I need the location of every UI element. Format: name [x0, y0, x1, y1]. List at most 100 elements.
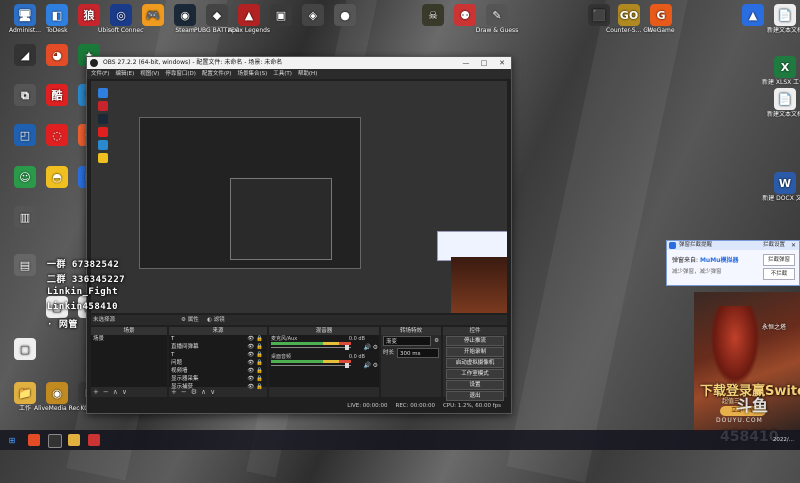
obs-preview[interactable]	[91, 81, 507, 313]
control-button[interactable]: 工作室模式	[446, 369, 504, 379]
visibility-lock-icon[interactable]: 👁 🔒	[247, 351, 263, 359]
desktop-icon[interactable]: 📄 新建文本文档	[762, 4, 800, 34]
up-icon[interactable]: ∧	[201, 388, 210, 396]
folder-icon[interactable]	[68, 434, 80, 446]
menu-item[interactable]: 停靠窗口(D)	[165, 69, 196, 79]
desktop-icon[interactable]: ▢	[2, 338, 48, 361]
minimize-icon[interactable]: —	[457, 57, 475, 69]
overlay-line: · 网管	[47, 320, 78, 330]
speaker-icon[interactable]: 🔊	[364, 362, 371, 370]
overlay-line: Linkin458410	[47, 302, 119, 312]
visibility-lock-icon[interactable]: 👁 🔒	[247, 359, 263, 367]
mixer-title: 混音器	[269, 327, 379, 335]
volume-slider-handle[interactable]	[345, 363, 349, 368]
source-item[interactable]: 问题 👁 🔒	[171, 359, 267, 367]
visibility-lock-icon[interactable]: 👁 🔒	[247, 343, 263, 351]
mixer-list: 麦克风/Aux 0.0 dB 🔊 ⚙ 桌面音频 0.0 dB 🔊 ⚙	[269, 335, 379, 387]
source-item[interactable]: 显示器采集 👁 🔒	[171, 375, 267, 383]
speaker-icon[interactable]: 🔊	[364, 344, 371, 352]
source-item[interactable]: 视频墙 👁 🔒	[171, 367, 267, 375]
system-tray-clock[interactable]: 2022/...	[773, 430, 794, 450]
desktop-icon[interactable]: 📄 新建文本文档	[762, 88, 800, 118]
obs-taskbar-icon[interactable]	[48, 434, 62, 448]
app-icon: ◆	[206, 4, 228, 26]
desktop-icon[interactable]: W新建 DOCX 文档	[762, 172, 800, 202]
desktop-icon[interactable]: G WeGame	[638, 4, 684, 34]
sources-footer: +−⚙∧∨	[169, 387, 267, 397]
mixer-channel: 桌面音频 0.0 dB 🔊 ⚙	[269, 353, 379, 371]
popup-settings-link[interactable]: 拦截设置	[763, 241, 785, 250]
maximize-icon[interactable]: □	[475, 57, 493, 69]
control-button[interactable]: 设置	[446, 380, 504, 390]
duration-input[interactable]: 300 ms	[397, 348, 439, 358]
menu-item[interactable]: 帮助(H)	[298, 69, 317, 79]
ad-game-logo: 永恒之塔	[762, 324, 787, 331]
scenes-title: 场景	[91, 327, 167, 335]
menu-item[interactable]: 配置文件(P)	[202, 69, 232, 79]
volume-slider-handle[interactable]	[345, 345, 349, 350]
desktop-icon[interactable]: ✎ Draw & Guess	[474, 4, 520, 34]
obs-window[interactable]: OBS 27.2.2 (64-bit, windows) - 配置文件: 未命名…	[47, 56, 512, 414]
down-icon[interactable]: ∨	[122, 388, 131, 396]
desktop-icon[interactable]: ▤	[2, 254, 48, 277]
sources-list[interactable]: T 👁 🔒 直播间弹幕 👁 🔒 T 👁 🔒 问题 👁 🔒 视频墙 👁 🔒 显示器采集 👁 …	[169, 335, 267, 390]
menu-item[interactable]: 场景集合(S)	[237, 69, 267, 79]
source-toolbar: 未选择源 ⚙ 属性 ◐ 滤镜	[91, 315, 507, 325]
menu-item[interactable]: 编辑(E)	[115, 69, 134, 79]
remove-icon[interactable]: −	[181, 388, 191, 396]
app-icon: ◈	[302, 4, 324, 26]
block-popup-button[interactable]: 拦截弹窗	[763, 254, 795, 266]
desktop-icon[interactable]: ▥	[2, 206, 48, 229]
preview-nested-obs	[139, 117, 361, 269]
add-icon[interactable]: +	[93, 388, 103, 396]
visibility-lock-icon[interactable]: 👁 🔒	[247, 335, 263, 343]
app-icon[interactable]	[88, 434, 100, 446]
source-item[interactable]: 直播间弹幕 👁 🔒	[171, 343, 267, 351]
source-item[interactable]: T 👁 🔒	[171, 335, 267, 343]
down-icon[interactable]: ∨	[210, 388, 219, 396]
allow-popup-button[interactable]: 不拦截	[763, 268, 795, 280]
menu-item[interactable]: 视图(V)	[140, 69, 159, 79]
gear-icon[interactable]: ⚙	[373, 344, 378, 352]
desktop-icon[interactable]: 📁 工作	[2, 382, 48, 412]
up-icon[interactable]: ∧	[113, 388, 122, 396]
visibility-lock-icon[interactable]: 👁 🔒	[247, 367, 263, 375]
properties-button[interactable]: ⚙ 属性	[181, 315, 199, 325]
scenes-list[interactable]: 场景	[91, 335, 167, 387]
gear-icon[interactable]: ⚙	[191, 388, 201, 396]
close-icon[interactable]: ✕	[791, 241, 796, 250]
menu-item[interactable]: 文件(F)	[91, 69, 109, 79]
control-button[interactable]: 开始录制	[446, 347, 504, 357]
popup-source-line: 弹窗来自: MuMu模拟器	[672, 257, 739, 264]
menu-item[interactable]: 工具(T)	[273, 69, 292, 79]
source-item[interactable]: T 👁 🔒	[171, 351, 267, 359]
volume-slider[interactable]	[271, 365, 351, 366]
desktop-icon[interactable]: ●	[322, 4, 368, 27]
obs-titlebar[interactable]: OBS 27.2.2 (64-bit, windows) - 配置文件: 未命名…	[87, 57, 511, 69]
scene-item[interactable]: 场景	[93, 335, 167, 343]
control-button[interactable]: 停止推流	[446, 336, 504, 346]
app-icon: 酷	[46, 84, 68, 106]
volume-slider[interactable]	[271, 347, 351, 348]
douyu-url: DOUYU.COM	[716, 417, 763, 424]
desktop-icon[interactable]: X新建 XLSX 工作表	[762, 56, 800, 86]
gear-icon[interactable]: ⚙	[373, 362, 378, 370]
visibility-lock-icon[interactable]: 👁 🔒	[247, 375, 263, 383]
desktop-icon-label: 新建文本文档	[766, 111, 800, 118]
control-button[interactable]: 启动虚拟摄像机	[446, 358, 504, 368]
control-button[interactable]: 退出	[446, 391, 504, 401]
gear-icon[interactable]: ⚙	[434, 336, 439, 346]
chrome-icon[interactable]	[28, 434, 40, 446]
app-icon: 📁	[14, 382, 36, 404]
transition-select[interactable]: 渐变	[383, 336, 432, 346]
popup-title: 弹窗拦截提醒	[679, 242, 713, 248]
close-icon[interactable]: ✕	[493, 57, 511, 69]
app-icon: ◌	[46, 124, 68, 146]
filters-button[interactable]: ◐ 滤镜	[207, 315, 225, 325]
add-icon[interactable]: +	[171, 388, 181, 396]
transitions-dock: 转场特效 渐变 ⚙ 时长 300 ms	[381, 327, 441, 397]
windows-start-icon[interactable]: ⊞	[6, 434, 18, 446]
remove-icon[interactable]: −	[103, 388, 113, 396]
app-icon: ✎	[486, 4, 508, 26]
desktop-icon-label: Draw & Guess	[475, 27, 519, 34]
